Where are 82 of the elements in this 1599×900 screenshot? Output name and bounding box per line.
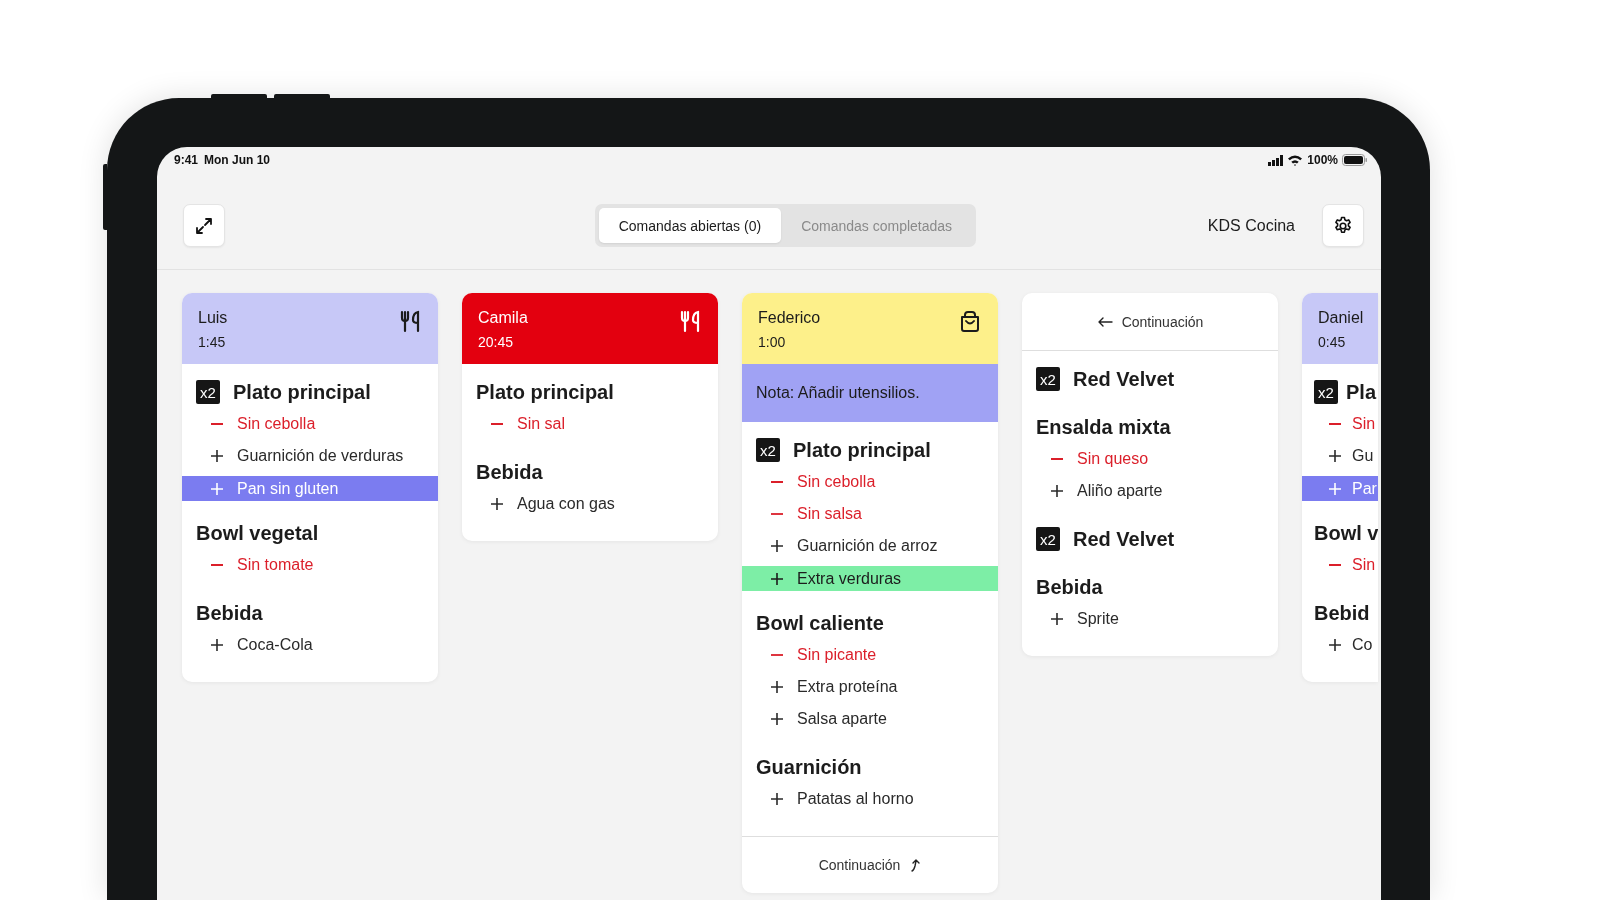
modifier-text: Salsa aparte — [797, 710, 887, 728]
elapsed-time: 20:45 — [478, 333, 515, 352]
item-name: Ensalda mixta — [1036, 415, 1171, 439]
wifi-icon — [1287, 154, 1304, 166]
plus-icon — [770, 681, 784, 693]
elapsed-time: 1:45 — [198, 333, 227, 352]
order-note: Nota: Añadir utensilios. — [742, 364, 998, 422]
clock-time: 9:41 — [174, 153, 199, 167]
tab[interactable]: Comandas abiertas (0) — [598, 208, 782, 243]
plus-icon — [490, 498, 504, 510]
modifier-text: Extra proteína — [797, 678, 898, 696]
plus-icon — [210, 639, 224, 651]
modifier-text: Sin salsa — [797, 505, 862, 523]
turn-up-arrow-icon — [909, 858, 922, 872]
modifier-text: Aliño aparte — [1077, 482, 1163, 500]
item-name: Bowl vegetal — [196, 521, 319, 545]
modifier-text: Coca-Cola — [237, 636, 313, 654]
customer-name: Luis — [198, 308, 228, 328]
quantity-badge: x2 — [756, 438, 780, 462]
left-arrow-icon — [1096, 315, 1113, 328]
item-name: Bebida — [476, 460, 543, 484]
item-name: Pla — [1346, 380, 1377, 404]
modifier-text: Guarnición de arroz — [797, 537, 938, 555]
item-name: Guarnición — [756, 755, 862, 779]
expand-icon — [194, 215, 214, 236]
modifier-text: Guarnición de verduras — [237, 447, 404, 465]
battery-icon — [1342, 154, 1367, 166]
modifier-text: Sin — [1352, 415, 1376, 433]
item-name: Bowl v — [1314, 521, 1378, 545]
modifier-text: Pan sin gluten — [237, 479, 339, 498]
elapsed-time: 1:00 — [758, 333, 787, 352]
item-name: Bebid — [1314, 601, 1370, 625]
plus-icon — [1050, 485, 1064, 497]
modifier-text: Sin picante — [797, 646, 877, 664]
app-title: KDS Cocina — [1207, 216, 1295, 235]
item-name: Plato principal — [476, 380, 614, 404]
item-name: Red Velvet — [1073, 367, 1175, 391]
modifier-text: Sin cebolla — [797, 473, 876, 491]
plus-icon — [1328, 482, 1342, 495]
modifier-text: Sin tomate — [237, 556, 314, 574]
plus-icon — [770, 572, 784, 585]
customer-name: Daniel — [1318, 308, 1364, 328]
plus-icon — [210, 450, 224, 462]
modifier-text: Par — [1352, 479, 1377, 498]
item-name: Plato principal — [793, 438, 931, 462]
item-name: Bebida — [196, 601, 263, 625]
plus-icon — [1328, 450, 1342, 462]
settings-button[interactable] — [1322, 204, 1364, 247]
customer-name: Federico — [758, 308, 821, 328]
modifier-text: Gu — [1352, 447, 1374, 465]
plus-icon — [770, 713, 784, 725]
modifier-text: Sin queso — [1077, 450, 1149, 468]
quantity-badge: x2 — [1036, 367, 1060, 391]
plus-icon — [770, 793, 784, 805]
plus-icon — [770, 540, 784, 552]
expand-button[interactable] — [183, 204, 225, 247]
modifier-text: Sin — [1352, 556, 1376, 574]
item-name: Plato principal — [233, 380, 371, 404]
item-name: Bowl caliente — [756, 611, 884, 635]
plus-icon — [1050, 613, 1064, 625]
battery-percent: 100% — [1307, 153, 1338, 167]
modifier-text: Agua con gas — [517, 495, 615, 513]
quantity-badge: x2 — [1036, 527, 1060, 551]
item-name: Bebida — [1036, 575, 1103, 599]
modifier-text: Sin cebolla — [237, 415, 316, 433]
elapsed-time: 0:45 — [1318, 333, 1347, 352]
plus-icon — [210, 482, 224, 495]
quantity-badge: x2 — [196, 380, 220, 404]
signal-icon — [1268, 154, 1284, 166]
modifier-text: Co — [1352, 636, 1373, 654]
modifier-text: Extra verduras — [797, 569, 902, 588]
status-date: Mon Jun 10 — [204, 153, 271, 167]
modifier-text: Sprite — [1077, 610, 1119, 628]
modifier-text: Sin sal — [517, 415, 566, 433]
quantity-badge: x2 — [1314, 380, 1338, 404]
settings-icon — [1333, 215, 1353, 236]
continuation-label: Continuación — [1121, 313, 1204, 330]
customer-name: Camila — [478, 308, 528, 328]
plus-icon — [1328, 639, 1342, 651]
modifier-text: Patatas al horno — [797, 790, 914, 808]
item-name: Red Velvet — [1073, 527, 1175, 551]
continuation-label: Continuación — [818, 857, 901, 873]
